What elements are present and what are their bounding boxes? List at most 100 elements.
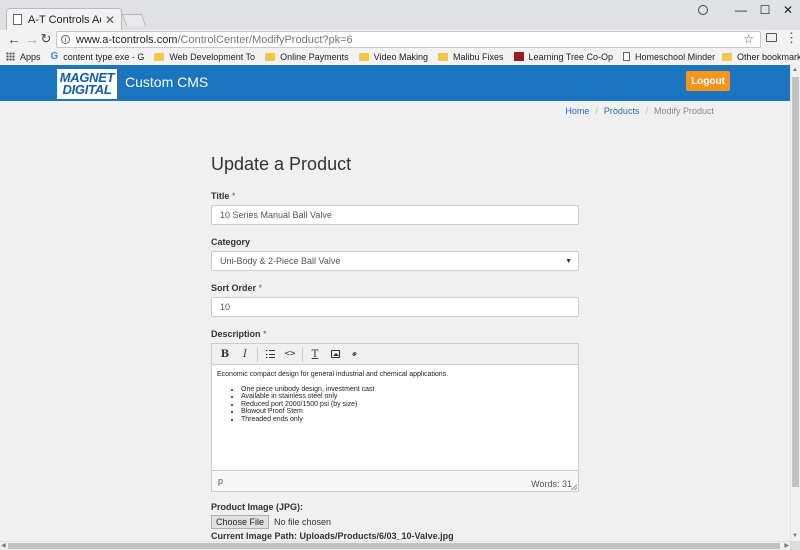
file-status: No file chosen <box>274 517 332 527</box>
scrollbar-thumb[interactable] <box>8 543 780 549</box>
description-label: Description * <box>211 329 267 339</box>
link-icon[interactable]: ⚭ <box>343 342 368 367</box>
bookmark-label: Learning Tree Co-Op <box>528 51 614 62</box>
chevron-down-icon: ▼ <box>565 258 572 265</box>
page-title: Update a Product <box>211 154 352 174</box>
scrollbar-thumb[interactable] <box>792 77 799 487</box>
cast-icon[interactable] <box>766 33 777 42</box>
editor-statusbar: p Words: 31 <box>212 470 578 491</box>
close-tab-icon[interactable]: ✕ <box>105 13 115 27</box>
bookmarks-bar: Apps Gcontent type exe - G Web Developme… <box>0 48 800 65</box>
minimize-button[interactable]: — <box>728 0 754 20</box>
account-button[interactable] <box>690 0 716 20</box>
breadcrumb-current: Modify Product <box>653 106 714 116</box>
bookmark-learning-tree[interactable]: Learning Tree Co-Op <box>513 51 614 62</box>
scroll-left-icon[interactable]: ◀ <box>1 542 6 549</box>
editor-toolbar: B I <> T ⚭ <box>212 344 578 365</box>
scroll-right-icon[interactable]: ▶ <box>784 542 789 549</box>
bullet-list-icon[interactable] <box>260 347 280 362</box>
clear-format-icon[interactable]: T <box>305 347 325 362</box>
category-select[interactable]: Uni-Body & 2-Piece Ball Valve ▼ <box>211 251 579 271</box>
url-host: www.a-tcontrols.com <box>76 33 178 46</box>
list-item: Available in stainless steel only <box>241 393 573 401</box>
category-value: Uni-Body & 2-Piece Ball Valve <box>220 256 341 266</box>
brand-title[interactable]: Custom CMS <box>125 74 208 90</box>
apps-icon <box>6 52 15 61</box>
toolbar-group-format: B I <box>215 346 258 362</box>
bookmark-label: Malibu Fixes <box>452 51 504 62</box>
other-bookmarks-label: Other bookmarks <box>737 51 800 62</box>
bookmark-label: Web Development To <box>169 51 256 62</box>
description-bullets: One piece unibody design, investment cas… <box>217 386 573 424</box>
element-path[interactable]: p <box>218 476 223 486</box>
site-header: MAGNET DIGITAL Custom CMS Logout <box>0 65 790 101</box>
bookmark-homeschool[interactable]: Homeschool Minder <box>623 52 715 62</box>
sort-order-input[interactable]: 10 <box>211 297 579 317</box>
doc-icon <box>623 52 631 61</box>
list-glyph <box>265 350 275 358</box>
title-label: Title * <box>211 191 235 201</box>
choose-file-button[interactable]: Choose File <box>211 515 270 529</box>
bold-icon[interactable]: B <box>215 347 235 362</box>
sort-order-label: Sort Order * <box>211 283 262 293</box>
rich-text-editor: B I <> T ⚭ Economic compact design for g… <box>211 343 579 492</box>
scroll-down-icon[interactable]: ▼ <box>792 533 798 539</box>
required-mark: * <box>231 191 236 201</box>
image-icon[interactable] <box>325 347 345 362</box>
reload-icon[interactable]: ↻ <box>38 30 54 48</box>
logo-line-2: DIGITAL <box>62 82 112 97</box>
vertical-scrollbar[interactable]: ▲ ▼ <box>790 65 800 541</box>
bookmark-apps[interactable]: Apps <box>6 52 41 62</box>
maximize-button[interactable]: ☐ <box>752 0 778 20</box>
file-upload: Choose File No file chosen <box>211 515 331 529</box>
breadcrumb-home[interactable]: Home <box>565 106 589 116</box>
required-mark: * <box>263 329 267 339</box>
info-icon[interactable]: i <box>61 35 70 44</box>
bookmark-online-payments[interactable]: Online Payments <box>265 52 349 62</box>
list-item: Blowout Proof Stem <box>241 408 573 416</box>
bookmark-label: Online Payments <box>280 51 349 62</box>
editor-content[interactable]: Economic compact design for general indu… <box>212 365 578 470</box>
other-bookmarks[interactable]: Other bookmarks <box>722 48 800 65</box>
bookmark-malibu-fixes[interactable]: Malibu Fixes <box>437 51 504 62</box>
title-input[interactable]: 10 Series Manual Ball Valve <box>211 205 579 225</box>
menu-icon[interactable]: ⋮ <box>785 31 798 45</box>
tab-title: A-T Controls Administrati <box>28 13 101 26</box>
browser-tab[interactable]: A-T Controls Administrati ✕ <box>6 8 122 30</box>
horizontal-scrollbar[interactable]: ◀ ▶ <box>0 541 790 550</box>
code-icon[interactable]: <> <box>280 347 300 362</box>
bookmark-google[interactable]: Gcontent type exe - G <box>51 51 145 62</box>
new-tab-button[interactable] <box>121 14 147 26</box>
italic-icon[interactable]: I <box>235 347 255 362</box>
bookmark-label: content type exe - G <box>63 51 145 62</box>
folder-icon <box>722 52 732 61</box>
list-item: Threaded ends only <box>241 416 573 424</box>
url-path: /ControlCenter/ModifyProduct?pk=6 <box>177 33 353 46</box>
close-window-button[interactable]: ✕ <box>776 0 800 20</box>
browser-toolbar: ← → ↻ i www.a-tcontrols.com/ControlCente… <box>0 30 800 48</box>
account-icon <box>698 5 708 15</box>
browser-tab-strip: A-T Controls Administrati ✕ — ☐ ✕ <box>0 0 800 30</box>
page-content: Home / Products / Modify Product Update … <box>0 101 790 541</box>
toolbar-group-insert: T ⚭ <box>305 347 367 362</box>
address-bar[interactable]: i www.a-tcontrols.com/ControlCenter/Modi… <box>56 31 761 48</box>
product-image-label: Product Image (JPG): <box>211 502 304 512</box>
scroll-up-icon[interactable]: ▲ <box>792 67 798 73</box>
bookmark-label: Apps <box>20 51 41 62</box>
list-item: Reduced port 2000/1500 psi (by size) <box>241 401 573 409</box>
resize-handle-icon[interactable] <box>571 484 577 490</box>
google-icon: G <box>50 51 59 62</box>
logout-button[interactable]: Logout <box>686 71 730 91</box>
breadcrumb-products[interactable]: Products <box>604 106 640 116</box>
page-icon <box>13 14 22 25</box>
bookmark-video-making[interactable]: Video Making <box>358 52 428 62</box>
folder-icon <box>358 52 369 61</box>
back-arrow-icon[interactable]: ← <box>6 30 22 48</box>
breadcrumb-separator: / <box>595 106 598 116</box>
title-label-text: Title <box>211 191 230 201</box>
bookmark-star-icon[interactable]: ☆ <box>743 32 754 46</box>
bookmark-web-dev[interactable]: Web Development To <box>154 52 255 62</box>
folder-icon <box>437 52 448 61</box>
scrollbar-corner <box>790 541 800 550</box>
magnet-digital-logo[interactable]: MAGNET DIGITAL <box>57 69 117 99</box>
